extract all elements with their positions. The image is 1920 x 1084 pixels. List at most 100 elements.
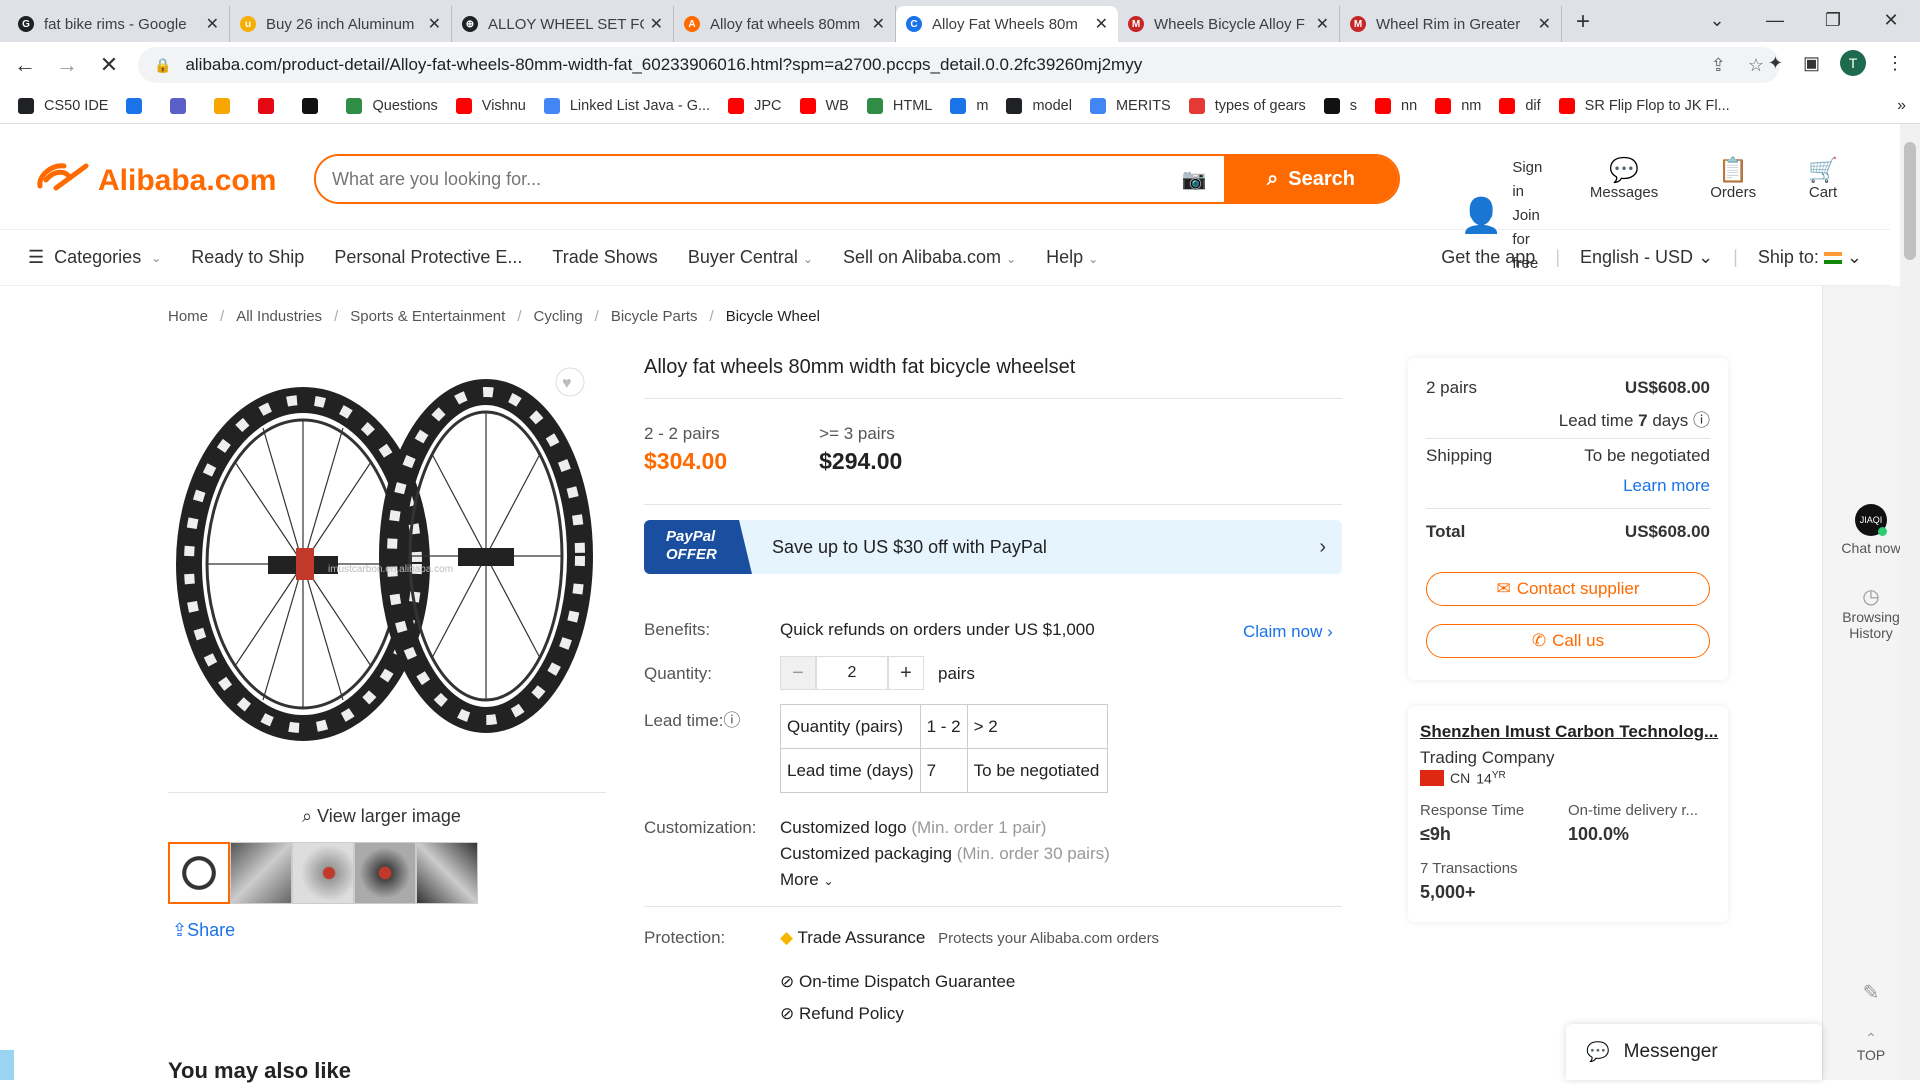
orders-link[interactable]: 📋 Orders bbox=[1710, 156, 1756, 201]
paypal-offer-banner[interactable]: PayPal OFFER Save up to US $30 off with P… bbox=[644, 520, 1342, 574]
call-us-button[interactable]: ✆ Call us bbox=[1426, 624, 1710, 658]
messages-link[interactable]: 💬 Messages bbox=[1590, 156, 1658, 201]
left-edge-tab[interactable] bbox=[0, 1050, 14, 1080]
bookmark-item[interactable]: MERITS bbox=[1089, 97, 1171, 114]
thumbnail[interactable] bbox=[354, 842, 416, 904]
close-tab-icon[interactable]: ✕ bbox=[428, 14, 441, 34]
bookmark-item[interactable] bbox=[170, 97, 196, 114]
category-nav-item[interactable]: Buyer Central ⌄ bbox=[688, 247, 813, 268]
category-nav-item[interactable]: Sell on Alibaba.com ⌄ bbox=[843, 247, 1016, 268]
close-tab-icon[interactable]: ✕ bbox=[1316, 14, 1329, 34]
forward-icon[interactable]: → bbox=[50, 52, 84, 78]
bookmark-item[interactable] bbox=[302, 97, 328, 114]
category-nav-item[interactable]: Personal Protective E... bbox=[334, 247, 522, 268]
search-input[interactable] bbox=[316, 156, 1174, 202]
url-text[interactable]: alibaba.com/product-detail/Alloy-fat-whe… bbox=[185, 55, 1142, 75]
bookmark-item[interactable]: JPC bbox=[728, 97, 782, 114]
bookmark-star-icon[interactable]: ☆ bbox=[1748, 55, 1764, 76]
bookmark-item[interactable] bbox=[126, 97, 152, 114]
increment-button[interactable]: + bbox=[888, 656, 924, 690]
close-window-button[interactable]: ✕ bbox=[1862, 0, 1920, 42]
supplier-name-link[interactable]: Shenzhen Imust Carbon Technolog... bbox=[1420, 722, 1718, 742]
close-tab-icon[interactable]: ✕ bbox=[1095, 14, 1108, 34]
language-selector[interactable]: English - USD ⌄ bbox=[1580, 247, 1713, 268]
contact-supplier-button[interactable]: ✉ Contact supplier bbox=[1426, 572, 1710, 606]
bookmark-item[interactable]: HTML bbox=[866, 97, 932, 114]
trade-assurance[interactable]: ◆ Trade Assurance Protects your Alibaba.… bbox=[780, 928, 1159, 948]
alibaba-logo[interactable]: Alibaba.com bbox=[36, 160, 276, 202]
thumbnail[interactable] bbox=[292, 842, 354, 904]
category-nav-item[interactable]: Trade Shows bbox=[552, 247, 657, 268]
info-icon[interactable]: ⓘ bbox=[1693, 411, 1710, 430]
more-bookmarks-icon[interactable]: » bbox=[1897, 97, 1906, 115]
browser-tab[interactable]: C Alloy Fat Wheels 80m ✕ bbox=[896, 6, 1118, 42]
minimize-button[interactable]: — bbox=[1746, 0, 1804, 42]
breadcrumb-item[interactable]: Bicycle Parts bbox=[611, 308, 698, 325]
bookmark-item[interactable]: WB bbox=[799, 97, 849, 114]
share-link[interactable]: ⇪Share bbox=[172, 920, 235, 941]
profile-avatar[interactable]: T bbox=[1840, 50, 1866, 76]
extensions-icon[interactable]: ✦ bbox=[1768, 53, 1783, 74]
new-tab-button[interactable]: + bbox=[1576, 8, 1590, 36]
category-nav-item[interactable]: Ready to Ship bbox=[191, 247, 304, 268]
bookmark-item[interactable]: dif bbox=[1499, 97, 1541, 114]
bookmark-item[interactable]: Linked List Java - G... bbox=[543, 97, 710, 114]
page-scrollbar[interactable] bbox=[1900, 124, 1920, 1080]
browser-tab[interactable]: M Wheels Bicycle Alloy F ✕ bbox=[1118, 6, 1340, 42]
close-tab-icon[interactable]: ✕ bbox=[1538, 14, 1551, 34]
product-image[interactable]: imustcarbon.en.alibaba.com ♥ bbox=[168, 356, 606, 790]
bookmark-item[interactable]: SR Flip Flop to JK Fl... bbox=[1558, 97, 1730, 114]
view-larger-link[interactable]: ⌕ View larger image bbox=[302, 806, 461, 827]
bookmark-item[interactable]: nm bbox=[1435, 97, 1481, 114]
thumbnail[interactable] bbox=[230, 842, 292, 904]
breadcrumb-item[interactable]: All Industries bbox=[236, 308, 322, 325]
bookmark-item[interactable]: s bbox=[1323, 97, 1357, 114]
quantity-input[interactable]: 2 bbox=[816, 656, 888, 690]
decrement-button[interactable]: − bbox=[780, 656, 816, 690]
thumbnail[interactable] bbox=[416, 842, 478, 904]
browser-tab[interactable]: A Alloy fat wheels 80mm ✕ bbox=[674, 6, 896, 42]
get-app-link[interactable]: Get the app bbox=[1441, 247, 1535, 268]
ship-to-selector[interactable]: Ship to: ⌄ bbox=[1758, 247, 1862, 268]
bookmark-item[interactable]: Vishnu bbox=[455, 97, 526, 114]
category-nav-item[interactable]: Help ⌄ bbox=[1046, 247, 1098, 268]
back-icon[interactable]: ← bbox=[8, 52, 42, 78]
bookmark-item[interactable]: nn bbox=[1375, 97, 1417, 114]
close-tab-icon[interactable]: ✕ bbox=[206, 14, 219, 34]
tab-search-icon[interactable]: ⌄ bbox=[1688, 0, 1746, 42]
breadcrumb-item[interactable]: Cycling bbox=[533, 308, 582, 325]
sign-in-label[interactable]: Sign in bbox=[1512, 156, 1546, 204]
categories-menu[interactable]: ☰ Categories ⌄ bbox=[28, 247, 161, 268]
stop-loading-icon[interactable]: ✕ bbox=[92, 52, 126, 78]
close-tab-icon[interactable]: ✕ bbox=[650, 14, 663, 34]
url-bar[interactable]: 🔒 alibaba.com/product-detail/Alloy-fat-w… bbox=[138, 47, 1780, 83]
bookmark-item[interactable]: types of gears bbox=[1188, 97, 1306, 114]
favorite-heart-icon[interactable]: ♥ bbox=[562, 375, 572, 392]
lock-icon[interactable]: 🔒 bbox=[154, 57, 171, 74]
cart-link[interactable]: 🛒 Cart bbox=[1808, 156, 1838, 201]
thumbnail[interactable] bbox=[168, 842, 230, 904]
close-tab-icon[interactable]: ✕ bbox=[872, 14, 885, 34]
browser-tab[interactable]: Gfat bike rims - Google ✕ bbox=[8, 6, 230, 42]
browser-tab[interactable]: u Buy 26 inch Aluminum ✕ bbox=[230, 6, 452, 42]
camera-search-icon[interactable]: 📷 bbox=[1174, 167, 1214, 192]
menu-icon[interactable]: ⋮ bbox=[1886, 53, 1904, 74]
bookmark-item[interactable]: m bbox=[950, 97, 988, 114]
bookmark-item[interactable]: CS50 IDE bbox=[18, 97, 108, 114]
browser-tab[interactable]: M Wheel Rim in Greater ✕ bbox=[1340, 6, 1562, 42]
claim-now-link[interactable]: Claim now › bbox=[1243, 622, 1333, 642]
bookmark-item[interactable] bbox=[214, 97, 240, 114]
share-page-icon[interactable]: ⇪ bbox=[1711, 55, 1726, 76]
bookmark-item[interactable]: Questions bbox=[346, 97, 438, 114]
bookmark-item[interactable] bbox=[258, 97, 284, 114]
browser-tab[interactable]: ⊕ ALLOY WHEEL SET FO ✕ bbox=[452, 6, 674, 42]
scrollbar-thumb[interactable] bbox=[1904, 142, 1916, 260]
more-link[interactable]: More ⌄ bbox=[780, 870, 834, 890]
breadcrumb-item[interactable]: Sports & Entertainment bbox=[350, 308, 505, 325]
side-panel-icon[interactable]: ▣ bbox=[1803, 53, 1820, 74]
restore-button[interactable]: ❐ bbox=[1804, 0, 1862, 42]
search-button[interactable]: ⌕ Search bbox=[1224, 156, 1398, 202]
breadcrumb-item[interactable]: Bicycle Wheel bbox=[726, 308, 820, 325]
learn-more-link[interactable]: Learn more bbox=[1623, 476, 1710, 496]
bookmark-item[interactable]: model bbox=[1006, 97, 1072, 114]
